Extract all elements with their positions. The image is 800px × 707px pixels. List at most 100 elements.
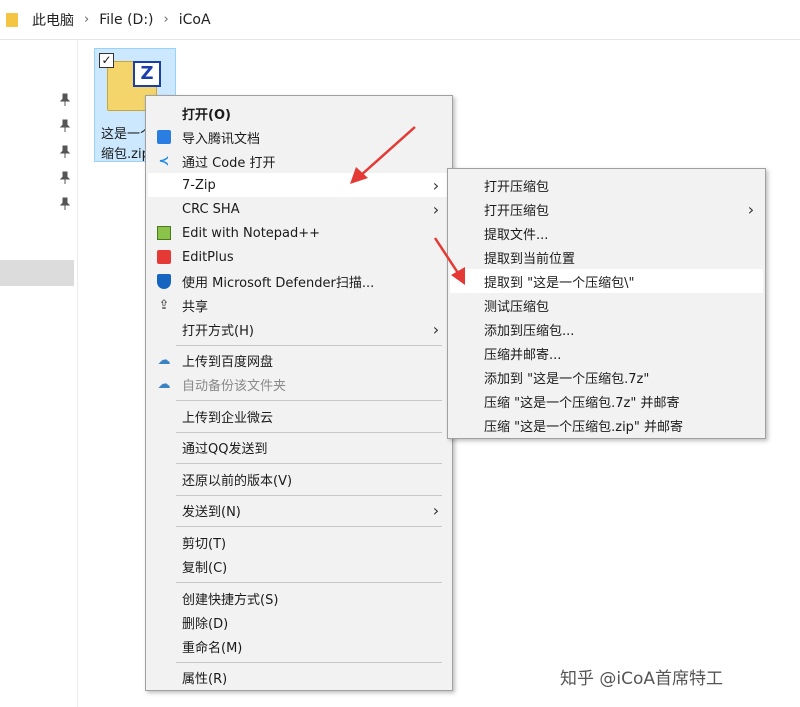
zip-badge-icon: Z xyxy=(133,61,161,87)
submenu-arrow-icon: › xyxy=(432,199,440,219)
menu-item-baidu-upload[interactable]: ☁ 上传到百度网盘 xyxy=(148,348,450,372)
menu-item-notepad-plus[interactable]: Edit with Notepad++ xyxy=(148,221,450,245)
submenu-item-open-archive[interactable]: 打开压缩包 xyxy=(450,173,763,197)
menu-item-open-with[interactable]: 打开方式(H) › xyxy=(148,317,450,341)
submenu-item-test-archive[interactable]: 测试压缩包 xyxy=(450,293,763,317)
menu-item-label: 通过QQ发送到 xyxy=(182,441,268,457)
context-menu: 打开(O) 导入腾讯文档 ≺ 通过 Code 打开 7-Zip › CRC SH… xyxy=(145,95,453,691)
menu-item-label: 复制(C) xyxy=(182,560,228,576)
submenu-item-compress-7z-email[interactable]: 压缩 "这是一个压缩包.7z" 并邮寄 xyxy=(450,389,763,413)
submenu-item-extract-to-folder[interactable]: 提取到 "这是一个压缩包\" xyxy=(450,269,763,293)
submenu-item-extract-here[interactable]: 提取到当前位置 xyxy=(450,245,763,269)
menu-item-7zip[interactable]: 7-Zip › xyxy=(148,173,450,197)
menu-item-open[interactable]: 打开(O) xyxy=(148,101,450,125)
blank-icon xyxy=(155,637,173,655)
pin-icon[interactable] xyxy=(58,145,72,159)
blank-icon xyxy=(155,200,173,218)
menu-item-label: 共享 xyxy=(182,299,209,315)
share-icon: ⇪ xyxy=(158,297,170,313)
menu-item-editplus[interactable]: EditPlus xyxy=(148,245,450,269)
menu-item-copy[interactable]: 复制(C) xyxy=(148,554,450,578)
blank-icon xyxy=(155,589,173,607)
submenu-7zip: 打开压缩包 打开压缩包 › 提取文件... 提取到当前位置 提取到 "这是一个压… xyxy=(447,168,766,439)
menu-item-rename[interactable]: 重命名(M) xyxy=(148,634,450,658)
menu-item-qq-send[interactable]: 通过QQ发送到 xyxy=(148,435,450,459)
menu-separator xyxy=(176,662,442,663)
defender-shield-icon xyxy=(155,272,173,290)
menu-separator xyxy=(176,526,442,527)
menu-separator xyxy=(176,400,442,401)
submenu-item-label: 压缩并邮寄... xyxy=(484,347,562,363)
submenu-item-compress-zip-email[interactable]: 压缩 "这是一个压缩包.zip" 并邮寄 xyxy=(450,413,763,437)
nav-selected-item[interactable] xyxy=(0,260,74,286)
navigation-pane[interactable] xyxy=(0,40,78,707)
menu-item-open-with-code[interactable]: ≺ 通过 Code 打开 xyxy=(148,149,450,173)
menu-item-label: 上传到百度网盘 xyxy=(182,354,274,370)
submenu-item-label: 打开压缩包 xyxy=(484,179,550,195)
submenu-item-label: 压缩 "这是一个压缩包.zip" 并邮寄 xyxy=(484,419,684,435)
blank-icon xyxy=(155,407,173,425)
menu-item-label: 创建快捷方式(S) xyxy=(182,592,279,608)
pin-icon[interactable] xyxy=(58,119,72,133)
blank-icon xyxy=(155,613,173,631)
menu-item-label: 剪切(T) xyxy=(182,536,227,552)
menu-separator xyxy=(176,432,442,433)
menu-item-label: 重命名(M) xyxy=(182,640,243,656)
menu-item-crc-sha[interactable]: CRC SHA › xyxy=(148,197,450,221)
menu-item-share[interactable]: ⇪ 共享 xyxy=(148,293,450,317)
menu-item-label: EditPlus xyxy=(182,249,234,265)
submenu-item-label: 提取到 "这是一个压缩包\" xyxy=(484,275,635,291)
blank-icon xyxy=(155,438,173,456)
submenu-item-label: 打开压缩包 xyxy=(484,203,550,219)
selection-checkbox[interactable]: ✓ xyxy=(99,53,114,68)
pin-icon[interactable] xyxy=(58,171,72,185)
submenu-item-add-to-archive[interactable]: 添加到压缩包... xyxy=(450,317,763,341)
chevron-right-icon: › xyxy=(84,12,90,27)
chevron-right-icon: › xyxy=(163,12,169,27)
menu-item-label: 删除(D) xyxy=(182,616,229,632)
pin-icon[interactable] xyxy=(58,197,72,211)
submenu-item-compress-email[interactable]: 压缩并邮寄... xyxy=(450,341,763,365)
menu-item-defender-scan[interactable]: 使用 Microsoft Defender扫描... xyxy=(148,269,450,293)
menu-separator xyxy=(176,495,442,496)
menu-item-cut[interactable]: 剪切(T) xyxy=(148,530,450,554)
menu-item-label: 发送到(N) xyxy=(182,504,241,520)
menu-item-create-shortcut[interactable]: 创建快捷方式(S) xyxy=(148,586,450,610)
menu-separator xyxy=(176,345,442,346)
blank-icon xyxy=(155,668,173,686)
notepad-plus-icon xyxy=(155,224,173,242)
menu-item-label: 打开方式(H) xyxy=(182,323,254,339)
submenu-item-open-archive-more[interactable]: 打开压缩包 › xyxy=(450,197,763,221)
submenu-arrow-icon: › xyxy=(432,319,440,339)
breadcrumb-this-pc[interactable]: 此电脑 xyxy=(32,10,74,30)
menu-item-label: 还原以前的版本(V) xyxy=(182,473,293,489)
submenu-item-label: 添加到压缩包... xyxy=(484,323,575,339)
baidu-netdisk-icon: ☁ xyxy=(157,376,171,392)
blank-icon xyxy=(155,470,173,488)
submenu-item-label: 测试压缩包 xyxy=(484,299,550,315)
blank-icon xyxy=(155,320,173,338)
menu-item-tencent-docs[interactable]: 导入腾讯文档 xyxy=(148,125,450,149)
submenu-arrow-icon: › xyxy=(747,199,755,219)
menu-item-restore-versions[interactable]: 还原以前的版本(V) xyxy=(148,467,450,491)
breadcrumb-drive[interactable]: File (D:) xyxy=(99,12,153,28)
pin-icon[interactable] xyxy=(58,93,72,107)
address-bar[interactable]: 此电脑 › File (D:) › iCoA xyxy=(0,0,800,40)
menu-item-send-to[interactable]: 发送到(N) › xyxy=(148,498,450,522)
menu-item-weiyun-upload[interactable]: 上传到企业微云 xyxy=(148,404,450,428)
breadcrumb-folder[interactable]: iCoA xyxy=(179,12,211,28)
blank-icon xyxy=(155,533,173,551)
menu-item-label: 自动备份该文件夹 xyxy=(182,378,287,394)
blank-icon xyxy=(155,501,173,519)
menu-item-label: CRC SHA xyxy=(182,201,240,217)
submenu-item-extract-files[interactable]: 提取文件... xyxy=(450,221,763,245)
blank-icon xyxy=(155,176,173,194)
menu-separator xyxy=(176,582,442,583)
menu-item-auto-backup[interactable]: ☁ 自动备份该文件夹 xyxy=(148,372,450,396)
vscode-icon: ≺ xyxy=(158,153,170,169)
menu-item-properties[interactable]: 属性(R) xyxy=(148,665,450,689)
baidu-netdisk-icon: ☁ xyxy=(157,352,171,368)
menu-item-label: 打开(O) xyxy=(182,107,231,123)
submenu-item-add-to-7z[interactable]: 添加到 "这是一个压缩包.7z" xyxy=(450,365,763,389)
menu-item-delete[interactable]: 删除(D) xyxy=(148,610,450,634)
